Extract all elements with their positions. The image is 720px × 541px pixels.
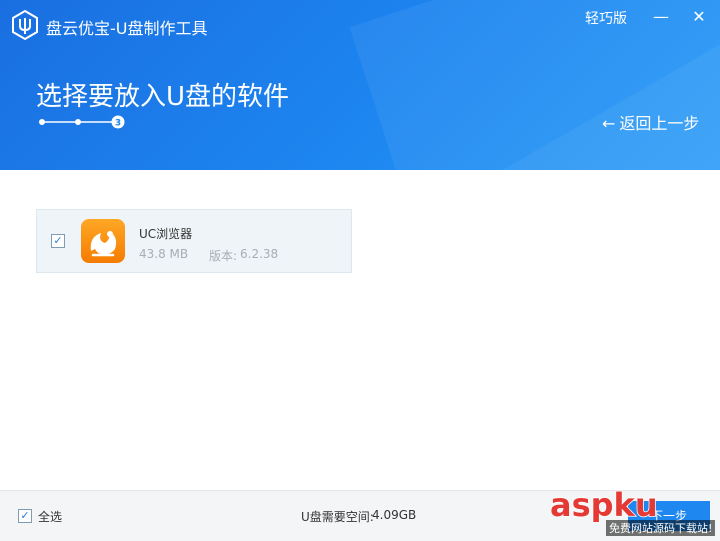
arrow-left-icon: ← — [602, 114, 616, 133]
back-button[interactable]: ← 返回上一步 — [602, 110, 699, 134]
watermark-text: aspku — [550, 486, 658, 522]
header-banner: 盘云优宝-U盘制作工具 轻巧版 — ✕ 选择要放入U盘的软件 3 ← 返回上一步 — [0, 0, 720, 170]
step-dot — [39, 119, 45, 125]
app-logo-icon — [12, 10, 38, 40]
step-current-number: 3 — [115, 119, 121, 129]
required-space-value: 4.09GB — [372, 508, 417, 522]
back-label: 返回上一步 — [619, 114, 700, 133]
close-button[interactable]: ✕ — [688, 6, 710, 28]
uc-browser-icon — [81, 219, 125, 263]
site-watermark: aspku 免费网站源码下载站! — [548, 486, 720, 538]
software-version: 6.2.38 — [240, 247, 279, 261]
window-title: 盘云优宝-U盘制作工具 — [46, 19, 208, 38]
software-name: UC浏览器 — [139, 227, 193, 241]
lite-mode-button[interactable]: 轻巧版 — [585, 8, 627, 28]
minimize-button[interactable]: — — [650, 6, 672, 28]
software-size: 43.8 MB — [139, 247, 189, 261]
software-list-item[interactable]: ✓ UC浏览器 43.8 MB 版本: 6.2.38 — [36, 209, 352, 273]
watermark-subtext: 免费网站源码下载站! — [606, 520, 716, 536]
select-all-label[interactable]: 全选 — [38, 508, 62, 525]
step-dot — [75, 119, 81, 125]
page-title: 选择要放入U盘的软件 — [36, 82, 290, 112]
software-version-label: 版本: — [209, 249, 238, 263]
select-all-checkbox[interactable]: ✓ — [18, 509, 32, 523]
required-space-label: U盘需要空间: — [301, 510, 374, 524]
step-progress-indicator: 3 — [39, 115, 125, 129]
software-checkbox[interactable]: ✓ — [51, 234, 65, 248]
